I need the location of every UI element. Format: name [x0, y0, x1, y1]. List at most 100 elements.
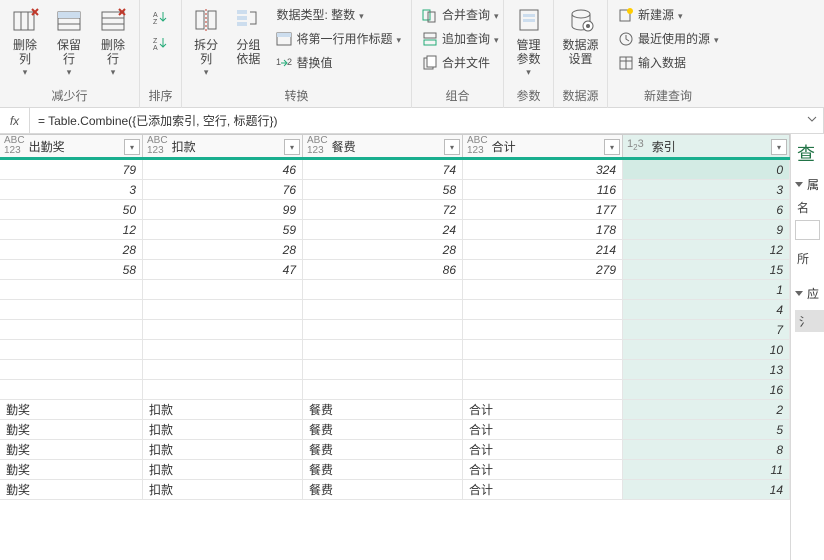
cell-c4[interactable]: 9: [623, 220, 790, 239]
cell-c4[interactable]: 1: [623, 280, 790, 299]
cell-c0[interactable]: 12: [0, 220, 143, 239]
filter-dropdown-icon[interactable]: ▾: [771, 139, 787, 155]
datasource-settings-button[interactable]: 数据源 设置: [560, 2, 601, 66]
cell-c2[interactable]: 餐费: [303, 480, 463, 499]
cell-c2[interactable]: [303, 340, 463, 359]
cell-c0[interactable]: [0, 320, 143, 339]
column-header-c3[interactable]: ABC 123 合计 ▾: [463, 134, 623, 157]
cell-c1[interactable]: [143, 320, 303, 339]
cell-c2[interactable]: 餐费: [303, 400, 463, 419]
table-row[interactable]: 5099721776: [0, 200, 790, 220]
cell-c1[interactable]: 扣款: [143, 400, 303, 419]
cell-c0[interactable]: [0, 380, 143, 399]
formula-input[interactable]: = Table.Combine({已添加索引, 空行, 标题行}): [30, 108, 824, 133]
name-input[interactable]: [795, 220, 820, 240]
cell-c3[interactable]: 214: [463, 240, 623, 259]
cell-c0[interactable]: 28: [0, 240, 143, 259]
cell-c4[interactable]: 5: [623, 420, 790, 439]
cell-c1[interactable]: [143, 340, 303, 359]
append-queries-button[interactable]: 追加查询▾: [418, 28, 503, 50]
new-source-button[interactable]: 新建源▾: [614, 4, 723, 26]
cell-c3[interactable]: 合计: [463, 440, 623, 459]
table-row[interactable]: 28282821412: [0, 240, 790, 260]
recent-sources-button[interactable]: 最近使用的源▾: [614, 28, 723, 50]
column-header-c0[interactable]: ABC 123 出勤奖 ▾: [0, 134, 143, 157]
cell-c0[interactable]: [0, 280, 143, 299]
cell-c1[interactable]: 扣款: [143, 420, 303, 439]
table-row[interactable]: 勤奖扣款餐费合计14: [0, 480, 790, 500]
cell-c2[interactable]: 58: [303, 180, 463, 199]
expand-formula-icon[interactable]: [805, 112, 819, 126]
combine-files-button[interactable]: 合并文件: [418, 52, 503, 74]
column-header-c4[interactable]: 123 索引 ▾: [623, 134, 790, 157]
applied-step[interactable]: 氵: [795, 310, 824, 332]
table-row[interactable]: 13: [0, 360, 790, 380]
cell-c0[interactable]: 79: [0, 160, 143, 179]
cell-c2[interactable]: [303, 300, 463, 319]
enter-data-button[interactable]: 输入数据: [614, 52, 723, 74]
cell-c3[interactable]: 合计: [463, 400, 623, 419]
cell-c2[interactable]: 74: [303, 160, 463, 179]
cell-c2[interactable]: 餐费: [303, 460, 463, 479]
filter-dropdown-icon[interactable]: ▾: [444, 139, 460, 155]
cell-c3[interactable]: [463, 280, 623, 299]
cell-c0[interactable]: [0, 360, 143, 379]
cell-c2[interactable]: [303, 280, 463, 299]
cell-c4[interactable]: 16: [623, 380, 790, 399]
cell-c1[interactable]: [143, 380, 303, 399]
remove-columns-button[interactable]: 删除 列 ▾: [6, 2, 44, 78]
data-type-button[interactable]: 数据类型: 整数▾: [272, 4, 405, 26]
table-row[interactable]: 7946743240: [0, 160, 790, 180]
cell-c3[interactable]: [463, 320, 623, 339]
cell-c2[interactable]: [303, 320, 463, 339]
column-header-c2[interactable]: ABC 123 餐费 ▾: [303, 134, 463, 157]
use-first-row-header-button[interactable]: 将第一行用作标题▾: [272, 28, 405, 50]
table-row[interactable]: 376581163: [0, 180, 790, 200]
cell-c4[interactable]: 0: [623, 160, 790, 179]
filter-dropdown-icon[interactable]: ▾: [604, 139, 620, 155]
cell-c3[interactable]: 合计: [463, 460, 623, 479]
cell-c2[interactable]: 86: [303, 260, 463, 279]
cell-c2[interactable]: [303, 380, 463, 399]
cell-c0[interactable]: 50: [0, 200, 143, 219]
applied-steps-section[interactable]: 应: [791, 281, 824, 306]
cell-c1[interactable]: [143, 280, 303, 299]
cell-c2[interactable]: 72: [303, 200, 463, 219]
table-row[interactable]: 勤奖扣款餐费合计2: [0, 400, 790, 420]
cell-c1[interactable]: [143, 360, 303, 379]
cell-c0[interactable]: 勤奖: [0, 460, 143, 479]
cell-c1[interactable]: 76: [143, 180, 303, 199]
cell-c0[interactable]: 勤奖: [0, 420, 143, 439]
cell-c1[interactable]: 扣款: [143, 460, 303, 479]
cell-c1[interactable]: 28: [143, 240, 303, 259]
replace-values-button[interactable]: 12 替换值: [272, 52, 405, 74]
table-row[interactable]: 10: [0, 340, 790, 360]
cell-c4[interactable]: 12: [623, 240, 790, 259]
cell-c4[interactable]: 4: [623, 300, 790, 319]
cell-c3[interactable]: 116: [463, 180, 623, 199]
cell-c1[interactable]: 59: [143, 220, 303, 239]
cell-c0[interactable]: 勤奖: [0, 400, 143, 419]
table-row[interactable]: 勤奖扣款餐费合计8: [0, 440, 790, 460]
cell-c0[interactable]: 勤奖: [0, 440, 143, 459]
cell-c4[interactable]: 10: [623, 340, 790, 359]
cell-c0[interactable]: 58: [0, 260, 143, 279]
fx-label[interactable]: fx: [0, 108, 30, 133]
cell-c2[interactable]: 餐费: [303, 420, 463, 439]
merge-queries-button[interactable]: 合并查询▾: [418, 4, 503, 26]
cell-c3[interactable]: 279: [463, 260, 623, 279]
cell-c3[interactable]: [463, 360, 623, 379]
cell-c3[interactable]: 合计: [463, 480, 623, 499]
cell-c4[interactable]: 7: [623, 320, 790, 339]
cell-c1[interactable]: [143, 300, 303, 319]
cell-c0[interactable]: [0, 340, 143, 359]
cell-c0[interactable]: 勤奖: [0, 480, 143, 499]
table-row[interactable]: 勤奖扣款餐费合计5: [0, 420, 790, 440]
cell-c4[interactable]: 13: [623, 360, 790, 379]
cell-c0[interactable]: [0, 300, 143, 319]
cell-c3[interactable]: 合计: [463, 420, 623, 439]
table-row[interactable]: 1259241789: [0, 220, 790, 240]
cell-c3[interactable]: [463, 300, 623, 319]
filter-dropdown-icon[interactable]: ▾: [124, 139, 140, 155]
cell-c1[interactable]: 46: [143, 160, 303, 179]
